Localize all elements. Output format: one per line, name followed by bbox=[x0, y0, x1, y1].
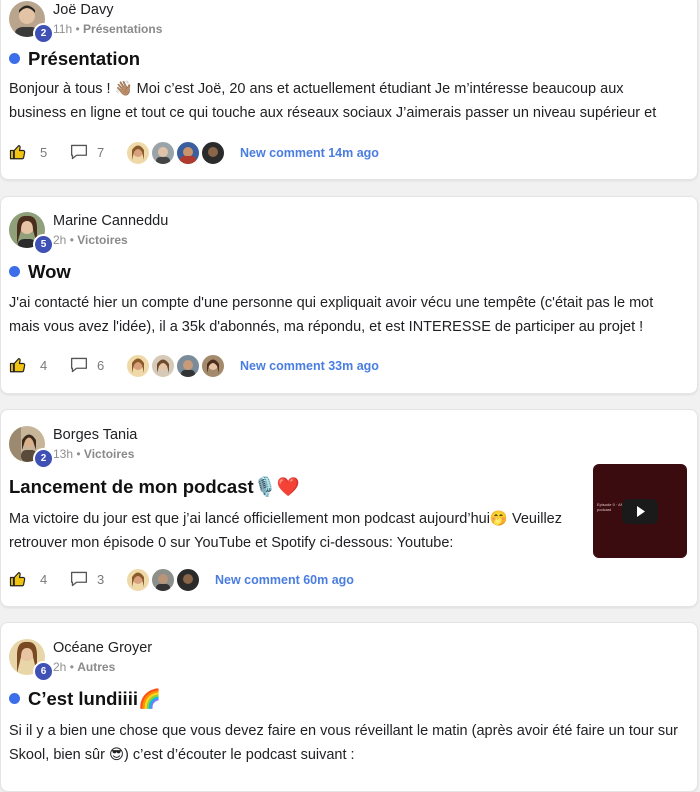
post-title[interactable]: Lancement de mon podcast🎙️❤️ bbox=[9, 476, 300, 498]
post-body-line: business en ligne et tout ce qui touche … bbox=[9, 105, 657, 121]
post-title-text: C’est lundiiii bbox=[28, 688, 138, 709]
commenter-avatar[interactable] bbox=[201, 141, 225, 165]
author-name[interactable]: Borges Tania bbox=[53, 427, 137, 443]
post-body[interactable]: Si il y a bien une chose que vous devez … bbox=[9, 719, 678, 767]
level-badge: 2 bbox=[33, 23, 54, 44]
commenter-avatar[interactable] bbox=[151, 354, 175, 378]
post-title-text: Présentation bbox=[28, 48, 141, 69]
post-meta: 2h • Victoires bbox=[53, 233, 128, 247]
post-title[interactable]: Wow bbox=[9, 261, 71, 283]
title-emoji: 🌈 bbox=[137, 688, 162, 709]
commenter-avatar[interactable] bbox=[126, 141, 150, 165]
meta-separator: • bbox=[69, 660, 74, 674]
thumbs-up-icon[interactable] bbox=[9, 143, 27, 166]
unread-dot bbox=[9, 266, 20, 277]
commenter-avatar[interactable] bbox=[176, 141, 200, 165]
post-time: 13h bbox=[53, 447, 74, 461]
post-category[interactable]: Autres bbox=[77, 660, 115, 674]
like-count: 5 bbox=[40, 145, 48, 160]
meta-separator: • bbox=[76, 447, 81, 461]
post-meta: 11h • Présentations bbox=[53, 22, 162, 36]
unread-dot bbox=[9, 693, 20, 704]
author-name[interactable]: Océane Groyer bbox=[53, 640, 152, 656]
level-badge: 2 bbox=[33, 448, 54, 469]
commenter-avatar[interactable] bbox=[126, 568, 150, 592]
comment-count: 7 bbox=[97, 145, 105, 160]
commenter-avatar[interactable] bbox=[201, 354, 225, 378]
unread-dot bbox=[9, 53, 20, 64]
commenter-avatar[interactable] bbox=[126, 354, 150, 378]
like-count: 4 bbox=[40, 572, 48, 587]
comment-count: 3 bbox=[97, 572, 105, 587]
post-category[interactable]: Présentations bbox=[83, 22, 162, 36]
post-title-text: Lancement de mon podcast bbox=[9, 476, 254, 497]
new-comment-link[interactable]: New comment 33m ago bbox=[240, 359, 379, 373]
post-body-line: mais vous avez l'idée), il a 35k d'abonn… bbox=[9, 319, 644, 335]
post-time: 2h bbox=[53, 660, 67, 674]
post-title-text: Wow bbox=[28, 261, 71, 282]
like-count: 4 bbox=[40, 358, 48, 373]
meta-separator: • bbox=[69, 233, 74, 247]
post-body-line: Ma victoire du jour est que j’ai lancé o… bbox=[9, 511, 562, 527]
post-meta: 2h • Autres bbox=[53, 660, 115, 674]
post-card[interactable]: 2 Borges Tania 13h • Victoires Lancement… bbox=[0, 409, 698, 607]
post-body[interactable]: Bonjour à tous ! 👋🏽 Moi c’est Joë, 20 an… bbox=[9, 77, 656, 125]
post-meta: 13h • Victoires bbox=[53, 447, 134, 461]
post-body-line: Si il y a bien une chose que vous devez … bbox=[9, 723, 678, 739]
comment-icon[interactable] bbox=[69, 143, 89, 166]
post-time: 2h bbox=[53, 233, 67, 247]
commenter-avatar[interactable] bbox=[151, 568, 175, 592]
play-icon[interactable] bbox=[622, 499, 658, 524]
comment-icon[interactable] bbox=[69, 356, 89, 379]
post-body[interactable]: Ma victoire du jour est que j’ai lancé o… bbox=[9, 507, 562, 555]
thumbs-up-icon[interactable] bbox=[9, 356, 27, 379]
new-comment-link[interactable]: New comment 60m ago bbox=[215, 573, 354, 587]
thumbs-up-icon[interactable] bbox=[9, 570, 27, 593]
post-body-line: J'ai contacté hier un compte d'une perso… bbox=[9, 295, 654, 311]
post-title[interactable]: Présentation bbox=[9, 48, 140, 70]
meta-separator: • bbox=[75, 22, 80, 36]
video-thumbnail[interactable]: Episode 0 · ANKIDE Tasha: podcast bbox=[593, 464, 687, 558]
comment-count: 6 bbox=[97, 358, 105, 373]
commenter-avatar[interactable] bbox=[151, 141, 175, 165]
level-badge: 6 bbox=[33, 661, 54, 682]
commenter-avatar[interactable] bbox=[176, 354, 200, 378]
post-body[interactable]: J'ai contacté hier un compte d'une perso… bbox=[9, 291, 653, 339]
post-body-line: retrouver mon épisode 0 sur YouTube et S… bbox=[9, 535, 454, 551]
author-name[interactable]: Marine Canneddu bbox=[53, 213, 168, 229]
post-card[interactable]: 6 Océane Groyer 2h • Autres C’est lundii… bbox=[0, 622, 698, 792]
new-comment-link[interactable]: New comment 14m ago bbox=[240, 146, 379, 160]
post-title[interactable]: C’est lundiiii🌈 bbox=[9, 688, 161, 710]
post-time: 11h bbox=[53, 22, 73, 36]
author-name[interactable]: Joë Davy bbox=[53, 2, 113, 18]
commenter-avatar[interactable] bbox=[176, 568, 200, 592]
post-category[interactable]: Victoires bbox=[77, 233, 127, 247]
level-badge: 5 bbox=[33, 234, 54, 255]
post-category[interactable]: Victoires bbox=[84, 447, 134, 461]
post-card[interactable]: 2 Joë Davy 11h • Présentations Présentat… bbox=[0, 0, 698, 180]
post-body-line: Bonjour à tous ! 👋🏽 Moi c’est Joë, 20 an… bbox=[9, 81, 624, 97]
post-body-line: Skool, bien sûr 😎) c’est d’écouter le po… bbox=[9, 747, 355, 763]
title-emoji: 🎙️❤️ bbox=[253, 476, 300, 497]
comment-icon[interactable] bbox=[69, 570, 89, 593]
post-card[interactable]: 5 Marine Canneddu 2h • Victoires Wow J'a… bbox=[0, 196, 698, 394]
